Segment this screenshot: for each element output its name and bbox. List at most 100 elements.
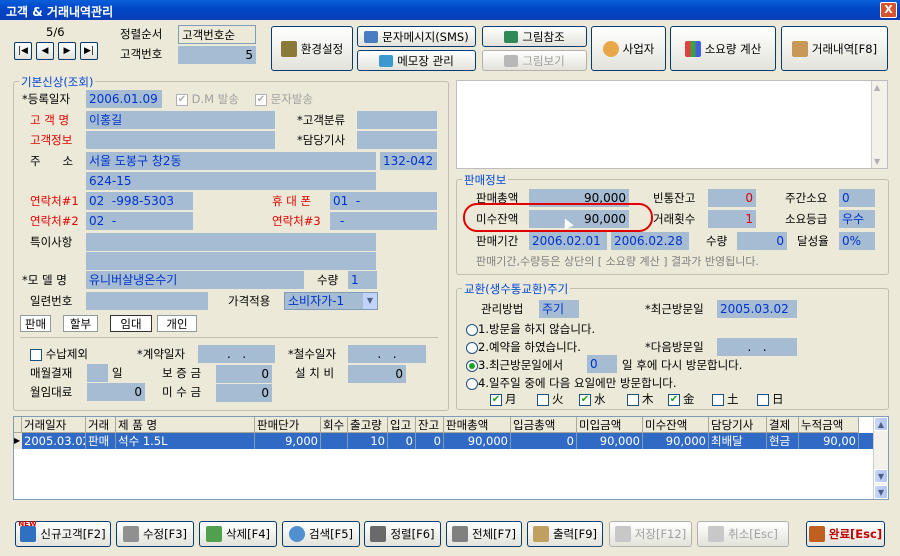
model-field[interactable]: 유니버살냉온수기 bbox=[86, 271, 304, 289]
business-button[interactable]: 사업자 bbox=[591, 26, 666, 71]
sort-button[interactable]: 정렬[F6] bbox=[364, 521, 441, 547]
save-button[interactable]: 저장[F12] bbox=[609, 521, 692, 547]
column-header[interactable]: 결제 bbox=[767, 417, 799, 433]
settings-button[interactable]: 환경설정 bbox=[271, 26, 353, 71]
close-button[interactable]: X bbox=[880, 2, 897, 18]
column-header[interactable]: 담당기사 bbox=[709, 417, 767, 433]
serial-field[interactable] bbox=[86, 292, 208, 310]
table-cell: 판매 bbox=[86, 433, 116, 449]
column-header[interactable]: 출고량 bbox=[348, 417, 388, 433]
column-header[interactable]: 누적금액 bbox=[799, 417, 859, 433]
history-button[interactable]: 거래내역[F8] bbox=[781, 26, 888, 71]
info-field[interactable] bbox=[86, 131, 275, 149]
column-header[interactable]: 미입금액 bbox=[577, 417, 643, 433]
weekday-checkbox-2[interactable]: ✔ 水 bbox=[579, 390, 606, 408]
sales-note: 판매기간,수량등은 상단의 [ 소요량 계산 ] 결과가 반영됩니다. bbox=[476, 255, 759, 268]
last-record-button[interactable]: ▶| bbox=[80, 42, 98, 60]
tech-field[interactable] bbox=[357, 131, 437, 149]
deposit-field[interactable]: 0 bbox=[216, 365, 272, 383]
weekday-checkbox-1[interactable]: 火 bbox=[537, 390, 564, 408]
addr1-field[interactable]: 서울 도봉구 창2동 bbox=[86, 152, 376, 170]
tab-installment[interactable]: 할부 bbox=[63, 315, 98, 332]
column-header[interactable]: 입금총액 bbox=[511, 417, 577, 433]
reg-date-field[interactable]: 2006.01.09 bbox=[86, 90, 162, 108]
install-field[interactable]: 0 bbox=[348, 365, 406, 383]
mobile-field[interactable]: 01 - bbox=[330, 192, 437, 210]
scroll-up-icon[interactable]: ▲ bbox=[874, 417, 888, 431]
option3-label-a: 3.최근방문일에서 bbox=[478, 358, 564, 372]
option3-days-field[interactable]: 0 bbox=[587, 355, 617, 373]
memo-scrollbar[interactable]: ▲ ▼ bbox=[871, 81, 887, 168]
scroll-down-small-icon[interactable]: ▼ bbox=[874, 469, 888, 483]
column-header[interactable]: 판매단가 bbox=[255, 417, 321, 433]
column-header[interactable]: 회수 bbox=[321, 417, 348, 433]
print-button[interactable]: 출력[F9] bbox=[527, 521, 603, 547]
picture-ref-button[interactable]: 그림참조 bbox=[482, 26, 587, 47]
table-body: 2005.03.02 판매 석수 1.5L 9,000 10 0 0 90,000 0 90,00… bbox=[14, 433, 874, 449]
sort-select[interactable]: 고객번호순 bbox=[178, 25, 256, 44]
weekday-label: 金 bbox=[683, 392, 695, 406]
delete-button[interactable]: 삭제[F4] bbox=[199, 521, 277, 547]
last-visit-field[interactable]: 2005.03.02 bbox=[717, 300, 797, 318]
column-header[interactable]: 판매총액 bbox=[444, 417, 511, 433]
first-record-button[interactable]: |◀ bbox=[14, 42, 32, 60]
picture-view-label: 그림보기 bbox=[522, 53, 565, 68]
column-header[interactable]: 거래일자 bbox=[22, 417, 86, 433]
prev-record-button[interactable]: ◀ bbox=[36, 42, 54, 60]
zip-field[interactable]: 132-042 bbox=[380, 152, 437, 170]
monthly-field[interactable] bbox=[87, 364, 108, 382]
option2-radio[interactable]: 2.예약을 하였습니다. bbox=[466, 338, 581, 356]
contact2-field[interactable]: 02 - bbox=[86, 212, 193, 230]
qty-field[interactable]: 1 bbox=[348, 271, 377, 289]
rent-field[interactable]: 0 bbox=[87, 383, 145, 401]
notes2-field[interactable] bbox=[86, 252, 376, 270]
notes1-field[interactable] bbox=[86, 233, 376, 251]
collect-exclude-checkbox[interactable]: 수납제외 bbox=[30, 345, 88, 363]
column-header[interactable]: 잔고 bbox=[416, 417, 444, 433]
cancel-button[interactable]: 취소[Esc] bbox=[697, 521, 789, 547]
search-button[interactable]: 검색[F5] bbox=[282, 521, 360, 547]
price-select[interactable]: 소비자가-1 ▼ bbox=[284, 292, 378, 310]
sms-checkbox[interactable]: ✔ 문자발송 bbox=[255, 90, 313, 108]
edit-button[interactable]: 수정[F3] bbox=[116, 521, 194, 547]
next-visit-field[interactable]: . . bbox=[717, 338, 797, 356]
contract-field[interactable]: . . bbox=[198, 345, 275, 363]
transactions-table[interactable]: 거래일자 거래 제 품 명 판매단가 회수 출고량 입고 잔고 판매총액 입금총액 미입금액 미수잔액… bbox=[13, 416, 889, 500]
column-header[interactable]: 거래 bbox=[86, 417, 116, 433]
unpaid-field[interactable]: 0 bbox=[216, 384, 272, 402]
usage-calc-button[interactable]: 소요량 계산 bbox=[670, 26, 776, 71]
weekday-checkbox-5[interactable]: 土 bbox=[712, 390, 739, 408]
weekday-checkbox-6[interactable]: 日 bbox=[757, 390, 784, 408]
column-header[interactable]: 미수잔액 bbox=[643, 417, 709, 433]
withdraw-field[interactable]: . . bbox=[348, 345, 426, 363]
memo-area[interactable]: ▲ ▼ bbox=[456, 80, 888, 169]
column-header[interactable]: 입고 bbox=[388, 417, 416, 433]
weekday-checkbox-0[interactable]: ✔ 月 bbox=[490, 390, 517, 408]
dm-checkbox[interactable]: ✔ D.M 발송 bbox=[176, 90, 239, 108]
table-scrollbar[interactable]: ▲ ▼ ▼ bbox=[873, 417, 888, 499]
new-customer-button[interactable]: NEW 신규고객[F2] bbox=[15, 520, 111, 547]
picture-view-button[interactable]: 그림보기 bbox=[482, 50, 587, 71]
contact1-field[interactable]: 02 -998-5303 bbox=[86, 192, 193, 210]
tab-personal[interactable]: 개인 bbox=[157, 315, 197, 332]
column-header[interactable]: 제 품 명 bbox=[116, 417, 255, 433]
memo-button[interactable]: 메모장 관리 bbox=[357, 50, 476, 71]
weekday-checkbox-3[interactable]: 木 bbox=[627, 390, 654, 408]
scroll-down-icon[interactable]: ▼ bbox=[874, 485, 888, 499]
name-field[interactable]: 이홍길 bbox=[86, 111, 275, 129]
next-record-button[interactable]: ▶ bbox=[58, 42, 76, 60]
option1-radio[interactable]: 1.방문을 하지 않습니다. bbox=[466, 320, 595, 338]
sms-button[interactable]: 문자메시지(SMS) bbox=[357, 26, 476, 47]
weekday-checkbox-4[interactable]: ✔ 金 bbox=[668, 390, 695, 408]
addr2-field[interactable]: 624-15 bbox=[86, 172, 376, 190]
option3-radio[interactable]: 3.최근방문일에서 bbox=[466, 356, 563, 374]
done-button[interactable]: 완료[Esc] bbox=[806, 521, 885, 547]
table-row[interactable]: 2005.03.02 판매 석수 1.5L 9,000 10 0 0 90,000 0 90,00… bbox=[22, 433, 874, 449]
all-button[interactable]: 전체[F7] bbox=[446, 521, 522, 547]
category-field[interactable] bbox=[357, 111, 437, 129]
contact3-field[interactable]: - bbox=[330, 212, 437, 230]
weekday-label: 月 bbox=[505, 392, 517, 406]
tab-rental[interactable]: 임대 bbox=[110, 315, 152, 332]
method-field[interactable]: 주기 bbox=[539, 300, 579, 318]
tab-sale[interactable]: 판매 bbox=[20, 315, 51, 332]
